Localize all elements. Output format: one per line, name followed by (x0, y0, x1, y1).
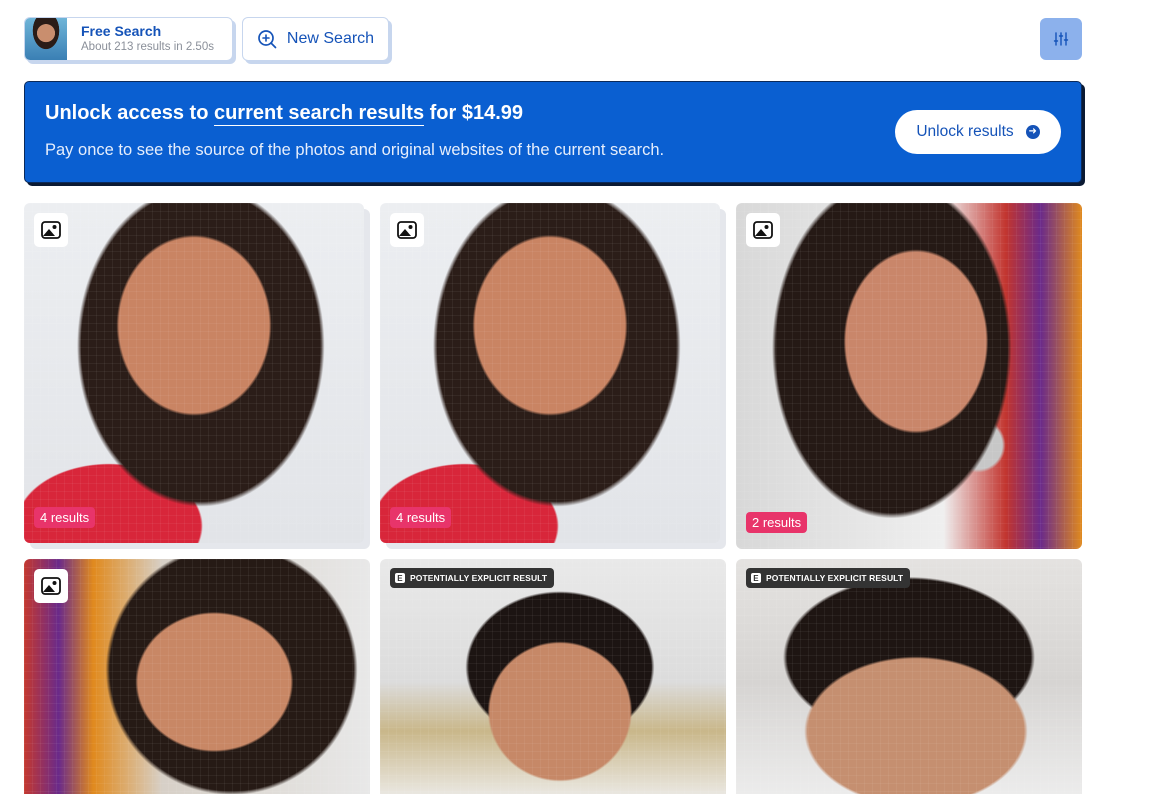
banner-title-suffix: for $14.99 (424, 102, 524, 124)
current-search-results-link[interactable]: current search results (213, 102, 425, 126)
filter-button[interactable] (1040, 18, 1082, 60)
image-type-icon (34, 213, 68, 247)
explicit-badge-label: POTENTIALLY EXPLICIT RESULT (766, 573, 904, 583)
explicit-result-badge: E POTENTIALLY EXPLICIT RESULT (746, 568, 911, 588)
results-count-badge: 4 results (34, 507, 96, 528)
pixelation-overlay (736, 559, 1082, 794)
result-card-1[interactable]: 4 results (24, 203, 364, 543)
new-search-button[interactable]: New Search (242, 17, 389, 61)
current-search-chip[interactable]: Free Search About 213 results in 2.50s (24, 17, 233, 61)
new-search-label: New Search (286, 30, 375, 47)
pixelation-overlay (736, 203, 1082, 549)
unlock-results-label: Unlock results (916, 123, 1014, 140)
explicit-e-icon: E (751, 573, 761, 583)
sliders-icon (1053, 32, 1069, 46)
banner-title: Unlock access to current search results … (45, 102, 524, 126)
pixelation-overlay (24, 203, 364, 543)
results-count-badge: 4 results (390, 507, 452, 528)
magnifier-plus-icon (258, 30, 277, 49)
explicit-badge-label: POTENTIALLY EXPLICIT RESULT (410, 573, 548, 583)
pixelation-overlay (380, 559, 726, 794)
arrow-right-circle-icon: ➜ (1025, 125, 1040, 139)
image-type-icon (34, 569, 68, 603)
unlock-results-button[interactable]: Unlock results ➜ (895, 110, 1061, 154)
pixelation-overlay (24, 559, 370, 794)
result-card-3[interactable]: 2 results (736, 203, 1082, 549)
result-card-4[interactable] (24, 559, 370, 794)
explicit-result-badge: E POTENTIALLY EXPLICIT RESULT (390, 568, 555, 588)
image-type-icon (390, 213, 424, 247)
search-chip-subtitle: About 213 results in 2.50s (81, 41, 214, 54)
results-count-badge: 2 results (746, 512, 808, 533)
image-type-icon (746, 213, 780, 247)
pixelation-overlay (380, 203, 720, 543)
unlock-banner: Unlock access to current search results … (24, 81, 1082, 183)
banner-subtitle: Pay once to see the source of the photos… (45, 141, 665, 159)
result-card-2[interactable]: 4 results (380, 203, 720, 543)
result-card-6[interactable]: E POTENTIALLY EXPLICIT RESULT (736, 559, 1082, 794)
explicit-e-icon: E (395, 573, 405, 583)
search-thumbnail (25, 18, 67, 60)
banner-title-prefix: Unlock access to (45, 102, 214, 124)
search-chip-title: Free Search (81, 22, 162, 39)
result-card-5[interactable]: E POTENTIALLY EXPLICIT RESULT (380, 559, 726, 794)
